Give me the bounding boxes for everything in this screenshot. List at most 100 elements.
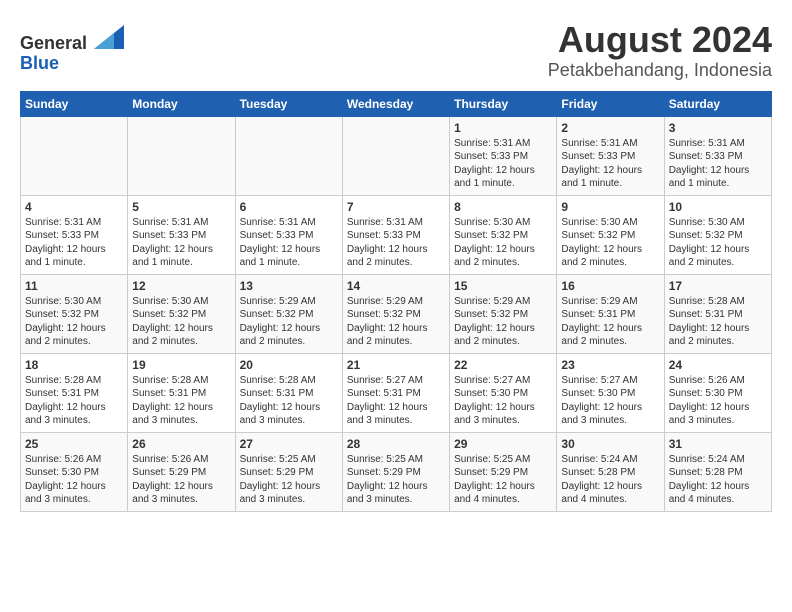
day-info: Sunrise: 5:29 AM Sunset: 5:32 PM Dayligh… — [240, 295, 338, 349]
title-block: August 2024 Petakbehandang, Indonesia — [548, 20, 772, 81]
day-number: 23 — [561, 358, 659, 372]
calendar-cell: 4 Sunrise: 5:31 AM Sunset: 5:33 PM Daylig… — [21, 195, 128, 274]
day-info: Sunrise: 5:27 AM Sunset: 5:31 PM Dayligh… — [347, 374, 445, 428]
day-info: Sunrise: 5:28 AM Sunset: 5:31 PM Dayligh… — [669, 295, 767, 349]
day-number: 2 — [561, 121, 659, 135]
calendar-cell: 17 Sunrise: 5:28 AM Sunset: 5:31 PM Dayli… — [664, 274, 771, 353]
day-info: Sunrise: 5:30 AM Sunset: 5:32 PM Dayligh… — [25, 295, 123, 349]
day-number: 11 — [25, 279, 123, 293]
calendar-cell: 20 Sunrise: 5:28 AM Sunset: 5:31 PM Dayli… — [235, 353, 342, 432]
week-row-2: 4 Sunrise: 5:31 AM Sunset: 5:33 PM Daylig… — [21, 195, 772, 274]
day-number: 15 — [454, 279, 552, 293]
calendar-cell: 3 Sunrise: 5:31 AM Sunset: 5:33 PM Daylig… — [664, 116, 771, 195]
calendar-table: SundayMondayTuesdayWednesdayThursdayFrid… — [20, 91, 772, 512]
day-info: Sunrise: 5:27 AM Sunset: 5:30 PM Dayligh… — [561, 374, 659, 428]
day-number: 16 — [561, 279, 659, 293]
day-info: Sunrise: 5:31 AM Sunset: 5:33 PM Dayligh… — [669, 137, 767, 191]
day-number: 9 — [561, 200, 659, 214]
day-header-sunday: Sunday — [21, 91, 128, 116]
day-number: 20 — [240, 358, 338, 372]
day-number: 17 — [669, 279, 767, 293]
calendar-cell: 18Sunrise: 5:28 AM Sunset: 5:31 PM Dayli… — [21, 353, 128, 432]
day-number: 10 — [669, 200, 767, 214]
day-number: 24 — [669, 358, 767, 372]
calendar-cell: 5 Sunrise: 5:31 AM Sunset: 5:33 PM Daylig… — [128, 195, 235, 274]
day-number: 6 — [240, 200, 338, 214]
logo-blue: Blue — [20, 53, 59, 73]
day-header-thursday: Thursday — [450, 91, 557, 116]
day-info: Sunrise: 5:29 AM Sunset: 5:31 PM Dayligh… — [561, 295, 659, 349]
day-number: 26 — [132, 437, 230, 451]
calendar-cell: 16 Sunrise: 5:29 AM Sunset: 5:31 PM Dayli… — [557, 274, 664, 353]
day-info: Sunrise: 5:24 AM Sunset: 5:28 PM Dayligh… — [561, 453, 659, 507]
calendar-cell — [342, 116, 449, 195]
calendar-title: August 2024 — [548, 20, 772, 60]
day-info: Sunrise: 5:31 AM Sunset: 5:33 PM Dayligh… — [240, 216, 338, 270]
day-number: 12 — [132, 279, 230, 293]
calendar-cell: 10Sunrise: 5:30 AM Sunset: 5:32 PM Dayli… — [664, 195, 771, 274]
day-header-saturday: Saturday — [664, 91, 771, 116]
calendar-cell: 12 Sunrise: 5:30 AM Sunset: 5:32 PM Dayli… — [128, 274, 235, 353]
day-info: Sunrise: 5:31 AM Sunset: 5:33 PM Dayligh… — [454, 137, 552, 191]
day-info: Sunrise: 5:27 AM Sunset: 5:30 PM Dayligh… — [454, 374, 552, 428]
day-info: Sunrise: 5:31 AM Sunset: 5:33 PM Dayligh… — [25, 216, 123, 270]
calendar-cell: 21 Sunrise: 5:27 AM Sunset: 5:31 PM Dayli… — [342, 353, 449, 432]
calendar-subtitle: Petakbehandang, Indonesia — [548, 60, 772, 81]
page-header: General Blue August 2024 Petakbehandang,… — [20, 20, 772, 81]
calendar-cell — [21, 116, 128, 195]
week-row-5: 25 Sunrise: 5:26 AM Sunset: 5:30 PM Dayli… — [21, 432, 772, 511]
day-info: Sunrise: 5:26 AM Sunset: 5:30 PM Dayligh… — [669, 374, 767, 428]
calendar-cell: 9Sunrise: 5:30 AM Sunset: 5:32 PM Daylig… — [557, 195, 664, 274]
day-info: Sunrise: 5:29 AM Sunset: 5:32 PM Dayligh… — [454, 295, 552, 349]
day-info: Sunrise: 5:30 AM Sunset: 5:32 PM Dayligh… — [454, 216, 552, 270]
day-header-wednesday: Wednesday — [342, 91, 449, 116]
logo-general: General — [20, 33, 87, 53]
calendar-cell — [128, 116, 235, 195]
day-number: 22 — [454, 358, 552, 372]
logo: General Blue — [20, 25, 122, 74]
calendar-cell: 23 Sunrise: 5:27 AM Sunset: 5:30 PM Dayli… — [557, 353, 664, 432]
day-info: Sunrise: 5:26 AM Sunset: 5:30 PM Dayligh… — [25, 453, 123, 507]
calendar-cell: 26Sunrise: 5:26 AM Sunset: 5:29 PM Dayli… — [128, 432, 235, 511]
day-header-monday: Monday — [128, 91, 235, 116]
day-number: 1 — [454, 121, 552, 135]
day-number: 5 — [132, 200, 230, 214]
day-number: 14 — [347, 279, 445, 293]
calendar-cell: 2 Sunrise: 5:31 AM Sunset: 5:33 PM Daylig… — [557, 116, 664, 195]
day-info: Sunrise: 5:29 AM Sunset: 5:32 PM Dayligh… — [347, 295, 445, 349]
day-info: Sunrise: 5:24 AM Sunset: 5:28 PM Dayligh… — [669, 453, 767, 507]
day-info: Sunrise: 5:31 AM Sunset: 5:33 PM Dayligh… — [347, 216, 445, 270]
day-number: 29 — [454, 437, 552, 451]
calendar-cell: 6 Sunrise: 5:31 AM Sunset: 5:33 PM Daylig… — [235, 195, 342, 274]
day-header-tuesday: Tuesday — [235, 91, 342, 116]
calendar-cell: 25 Sunrise: 5:26 AM Sunset: 5:30 PM Dayli… — [21, 432, 128, 511]
day-number: 31 — [669, 437, 767, 451]
calendar-cell: 1 Sunrise: 5:31 AM Sunset: 5:33 PM Daylig… — [450, 116, 557, 195]
calendar-cell: 24 Sunrise: 5:26 AM Sunset: 5:30 PM Dayli… — [664, 353, 771, 432]
day-number: 3 — [669, 121, 767, 135]
day-info: Sunrise: 5:30 AM Sunset: 5:32 PM Dayligh… — [132, 295, 230, 349]
week-row-1: 1 Sunrise: 5:31 AM Sunset: 5:33 PM Daylig… — [21, 116, 772, 195]
day-info: Sunrise: 5:25 AM Sunset: 5:29 PM Dayligh… — [454, 453, 552, 507]
day-number: 21 — [347, 358, 445, 372]
day-info: Sunrise: 5:25 AM Sunset: 5:29 PM Dayligh… — [240, 453, 338, 507]
week-row-3: 11 Sunrise: 5:30 AM Sunset: 5:32 PM Dayli… — [21, 274, 772, 353]
day-number: 30 — [561, 437, 659, 451]
day-info: Sunrise: 5:31 AM Sunset: 5:33 PM Dayligh… — [132, 216, 230, 270]
day-number: 8 — [454, 200, 552, 214]
calendar-cell: 8 Sunrise: 5:30 AM Sunset: 5:32 PM Daylig… — [450, 195, 557, 274]
week-row-4: 18 Sunrise: 5:28 AM Sunset: 5:31 PM Dayli… — [21, 353, 772, 432]
calendar-cell: 28 Sunrise: 5:25 AM Sunset: 5:29 PM Dayli… — [342, 432, 449, 511]
day-number: 25 — [25, 437, 123, 451]
day-number: 18 — [25, 358, 123, 372]
day-number: 4 — [25, 200, 123, 214]
day-number: 27 — [240, 437, 338, 451]
day-header-friday: Friday — [557, 91, 664, 116]
calendar-cell — [235, 116, 342, 195]
day-number: 28 — [347, 437, 445, 451]
calendar-cell: 27 Sunrise: 5:25 AM Sunset: 5:29 PM Dayli… — [235, 432, 342, 511]
day-info: Sunrise: 5:31 AM Sunset: 5:33 PM Dayligh… — [561, 137, 659, 191]
day-info: Sunrise: 5:28 AM Sunset: 5:31 PM Dayligh… — [240, 374, 338, 428]
logo-icon — [94, 25, 124, 49]
day-info: Sunrise: 5:25 AM Sunset: 5:29 PM Dayligh… — [347, 453, 445, 507]
